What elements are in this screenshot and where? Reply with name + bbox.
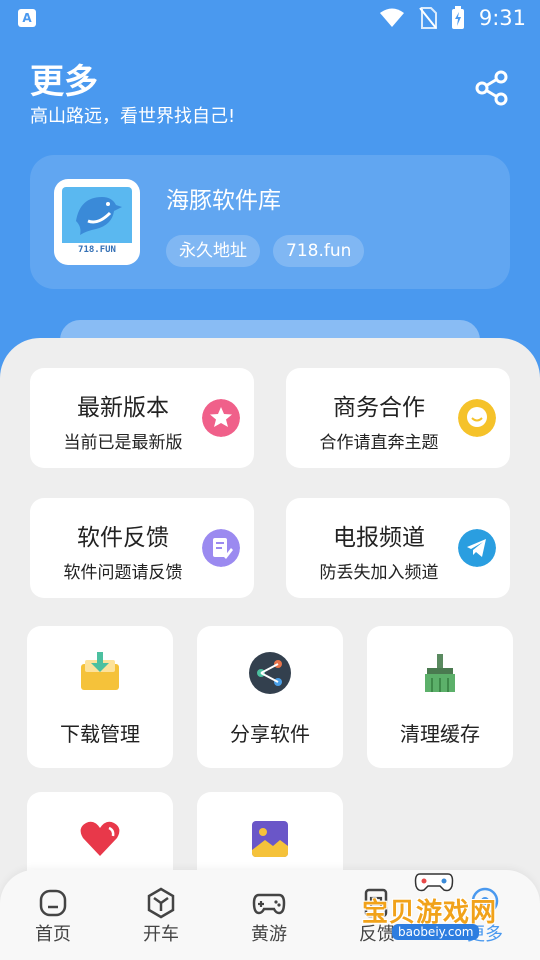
cube-icon (147, 887, 175, 919)
app-logo-text: 718.FUN (62, 243, 132, 257)
card-title: 电报频道 (333, 525, 425, 551)
card-title: 最新版本 (77, 395, 169, 421)
tab-label: 首页 (35, 924, 71, 945)
app-info-card[interactable]: 718.FUN 海豚软件库 永久地址 718.fun (30, 155, 510, 289)
status-bar: A 9:31 (0, 0, 540, 36)
broom-icon (425, 654, 455, 692)
heart-icon (80, 821, 120, 856)
chat-bubble-icon (458, 399, 496, 437)
card-subtitle: 软件问题请反馈 (63, 563, 183, 583)
share-button[interactable] (474, 70, 510, 106)
share-circle-icon (249, 652, 291, 694)
tab-label: 黄游 (251, 924, 287, 945)
gamepad-icon (252, 893, 286, 915)
home-icon (39, 889, 67, 917)
wifi-icon (379, 8, 404, 27)
page-title: 更多 (30, 62, 98, 102)
watermark-gamepad-icon (414, 873, 454, 892)
app-name: 海豚软件库 (166, 188, 281, 214)
tab-home[interactable]: 首页 (18, 886, 88, 950)
card-subtitle: 合作请直奔主题 (319, 433, 439, 453)
image-icon (252, 821, 288, 857)
clock: 9:31 (478, 6, 526, 30)
software-feedback-card[interactable]: 软件反馈 软件问题请反馈 (30, 498, 254, 598)
site-watermark: 宝贝游戏网 baobeiy.com (362, 870, 522, 940)
no-sim-icon (419, 7, 437, 29)
status-icons: 9:31 (379, 5, 526, 31)
telegram-icon (458, 529, 496, 567)
download-manager-card[interactable]: 下载管理 (27, 626, 173, 768)
watermark-url: baobeiy.com (392, 924, 480, 940)
star-icon (202, 399, 240, 437)
card-label: 下载管理 (60, 722, 140, 746)
card-subtitle: 当前已是最新版 (63, 433, 183, 453)
battery-charging-icon (451, 6, 464, 29)
share-software-card[interactable]: 分享软件 (197, 626, 343, 768)
feedback-doc-icon (202, 529, 240, 567)
share-icon (475, 70, 508, 106)
card-title: 软件反馈 (77, 525, 169, 551)
clear-cache-card[interactable]: 清理缓存 (367, 626, 513, 768)
tab-drive[interactable]: 开车 (126, 886, 196, 950)
card-label: 清理缓存 (400, 722, 480, 746)
tab-games[interactable]: 黄游 (234, 886, 304, 950)
card-subtitle: 防丢失加入频道 (319, 563, 439, 583)
card-label: 分享软件 (230, 722, 310, 746)
permanent-address-chip[interactable]: 永久地址 (166, 235, 260, 267)
page-subtitle: 高山路远，看世界找自己! (30, 106, 236, 127)
telegram-channel-card[interactable]: 电报频道 防丢失加入频道 (286, 498, 510, 598)
download-folder-icon (81, 652, 119, 690)
domain-chip[interactable]: 718.fun (273, 235, 365, 267)
latest-version-card[interactable]: 最新版本 当前已是最新版 (30, 368, 254, 468)
dolphin-icon (76, 197, 122, 235)
tab-label: 开车 (143, 924, 179, 945)
app-notification-icon: A (18, 9, 36, 27)
business-cooperation-card[interactable]: 商务合作 合作请直奔主题 (286, 368, 510, 468)
app-logo: 718.FUN (54, 179, 140, 265)
card-title: 商务合作 (333, 395, 425, 421)
